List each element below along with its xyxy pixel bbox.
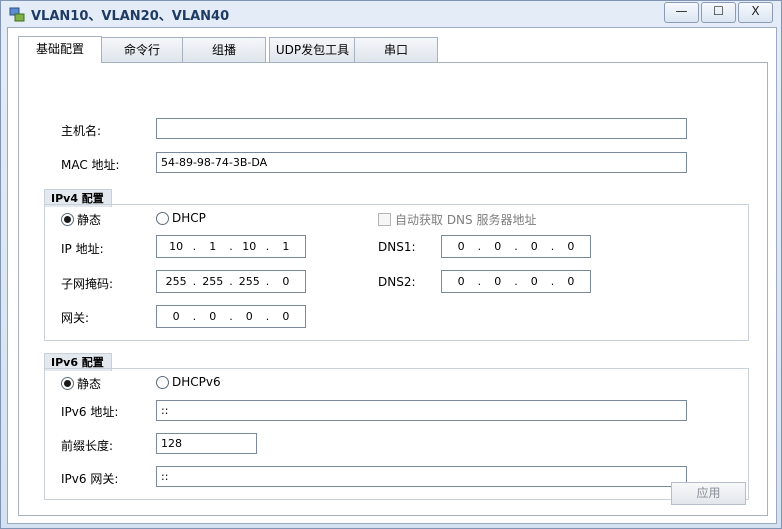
radio-selected-icon	[61, 213, 74, 226]
dns1-input[interactable]: 0. 0. 0. 0	[441, 235, 591, 258]
title-bar[interactable]: VLAN10、VLAN20、VLAN40 — ☐ X	[1, 1, 781, 27]
ipv4-dhcp-radio[interactable]: DHCP	[156, 211, 206, 225]
tab-serial[interactable]: 串口	[354, 37, 438, 62]
ip-octet: 10	[169, 240, 184, 253]
hostname-label: 主机名:	[61, 124, 102, 138]
checkbox-icon	[378, 213, 391, 226]
tab-udp-tool[interactable]: UDP发包工具	[269, 37, 356, 62]
mac-label: MAC 地址:	[61, 158, 120, 172]
window-title: VLAN10、VLAN20、VLAN40	[31, 9, 230, 24]
ipv6-static-label: 静态	[77, 377, 102, 391]
ipv4-static-label: 静态	[77, 213, 102, 227]
app-window: VLAN10、VLAN20、VLAN40 — ☐ X 基础配置 命令行 组播 U…	[0, 0, 782, 529]
pc-icon	[9, 7, 25, 22]
ipv4-dhcp-label: DHCP	[172, 211, 206, 225]
dns1-label: DNS1:	[378, 240, 416, 254]
ipv6-dhcp-radio[interactable]: DHCPv6	[156, 375, 221, 389]
mac-input[interactable]: 54-89-98-74-3B-DA	[156, 152, 687, 173]
ip-octet: 0	[494, 275, 502, 288]
ip-octet: 0	[567, 240, 575, 253]
tab-command-line[interactable]: 命令行	[100, 37, 184, 62]
ip-address-input[interactable]: 10. 1. 10. 1	[156, 235, 306, 258]
ip-octet: 255	[238, 275, 260, 288]
dns2-input[interactable]: 0. 0. 0. 0	[441, 270, 591, 293]
subnet-mask-input[interactable]: 255. 255. 255. 0	[156, 270, 306, 293]
radio-unselected-icon	[156, 211, 169, 225]
close-button[interactable]: X	[738, 2, 773, 23]
ipv6-address-input[interactable]: ::	[156, 400, 687, 421]
ipv6-gateway-input[interactable]: ::	[156, 466, 687, 487]
maximize-button[interactable]: ☐	[701, 2, 736, 23]
ipv6-static-radio[interactable]: 静态	[61, 375, 101, 392]
prefix-length-input[interactable]: 128	[156, 433, 257, 454]
ip-octet: 0	[245, 310, 253, 323]
ip-octet: 1	[282, 240, 290, 253]
radio-selected-icon	[61, 377, 74, 390]
ip-octet: 0	[172, 310, 180, 323]
auto-dns-checkbox[interactable]: 自动获取 DNS 服务器地址	[378, 211, 536, 228]
content-area: 基础配置 命令行 组播 UDP发包工具 串口 主机名: MAC 地址: 54-8…	[7, 27, 777, 524]
ip-label: IP 地址:	[61, 242, 104, 256]
tab-multicast[interactable]: 组播	[182, 37, 266, 62]
apply-button[interactable]: 应用	[671, 482, 746, 505]
dns2-label: DNS2:	[378, 275, 416, 289]
ipv6-dhcp-label: DHCPv6	[172, 375, 221, 389]
ip-octet: 0	[494, 240, 502, 253]
radio-unselected-icon	[156, 375, 169, 389]
basic-config-panel: 主机名: MAC 地址: 54-89-98-74-3B-DA IPv4 配置 静…	[18, 62, 768, 516]
ip-octet: 0	[282, 310, 290, 323]
mask-label: 子网掩码:	[61, 277, 114, 291]
ip-octet: 0	[209, 310, 217, 323]
ipv6-gateway-label: IPv6 网关:	[61, 472, 119, 486]
ip-octet: 0	[282, 275, 290, 288]
tab-basic-config[interactable]: 基础配置	[18, 36, 102, 63]
ip-octet: 0	[457, 240, 465, 253]
minimize-button[interactable]: —	[664, 2, 699, 23]
ip-octet: 255	[202, 275, 224, 288]
prefix-length-label: 前缀长度:	[61, 439, 114, 453]
auto-dns-label: 自动获取 DNS 服务器地址	[395, 213, 537, 227]
ip-octet: 1	[209, 240, 217, 253]
ip-octet: 0	[530, 240, 538, 253]
ip-octet: 0	[530, 275, 538, 288]
ipv6-address-label: IPv6 地址:	[61, 405, 119, 419]
ip-octet: 10	[242, 240, 257, 253]
ip-octet: 0	[457, 275, 465, 288]
ip-octet: 0	[567, 275, 575, 288]
gateway-label: 网关:	[61, 311, 90, 325]
ipv4-static-radio[interactable]: 静态	[61, 211, 101, 228]
gateway-input[interactable]: 0. 0. 0. 0	[156, 305, 306, 328]
hostname-input[interactable]	[156, 118, 687, 139]
ip-octet: 255	[165, 275, 187, 288]
